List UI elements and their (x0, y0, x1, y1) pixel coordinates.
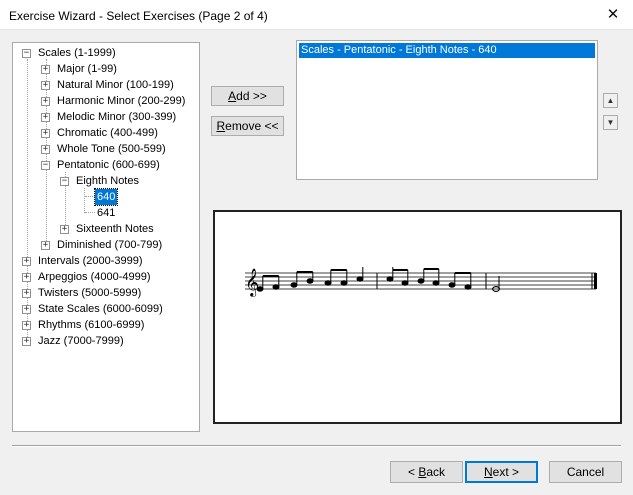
tree-node-label: Pentatonic (600-699) (57, 159, 160, 171)
tree-expander[interactable]: + (22, 305, 31, 314)
tree-line (84, 188, 85, 213)
close-icon[interactable]: ✕ (593, 0, 633, 30)
tree-expander[interactable]: + (41, 65, 50, 74)
tree-expander[interactable]: + (41, 129, 50, 138)
selected-exercise-item[interactable]: Scales - Pentatonic - Eighth Notes - 640 (299, 43, 595, 58)
tree-line (85, 212, 95, 213)
tree-node-label: Harmonic Minor (200-299) (57, 95, 186, 107)
tree-expander[interactable]: − (41, 161, 50, 170)
tree-expander[interactable]: + (22, 337, 31, 346)
tree-expander[interactable]: + (22, 257, 31, 266)
tree-node-label: 640 (93, 188, 119, 206)
add-button-mnemonic: A (228, 89, 237, 103)
tree-expander[interactable]: + (41, 241, 50, 250)
tree-expander[interactable]: + (41, 145, 50, 154)
notation-preview: 𝄞 (213, 210, 622, 424)
move-down-icon[interactable]: ▼ (603, 115, 618, 130)
tree-expander[interactable]: + (60, 225, 69, 234)
next-button[interactable]: Next > (465, 461, 538, 483)
back-button-label: ack (426, 465, 446, 479)
selected-exercises-list[interactable]: Scales - Pentatonic - Eighth Notes - 640 (296, 40, 598, 180)
tree-node-label: Scales (1-1999) (38, 47, 116, 59)
remove-button-mnemonic: R (216, 119, 226, 133)
tree-node-label: Rhythms (6100-6999) (38, 319, 145, 331)
add-button-label: dd >> (236, 89, 267, 103)
tree-line (27, 59, 28, 341)
treble-clef-icon: 𝄞 (245, 268, 259, 297)
tree-node-label: State Scales (6000-6099) (38, 303, 163, 315)
tree-node-label: Whole Tone (500-599) (57, 143, 166, 155)
next-button-label: ext > (492, 465, 520, 479)
tree-node-label: Eighth Notes (76, 175, 139, 187)
add-button[interactable]: Add >> (211, 86, 284, 106)
tree-node-label: Major (1-99) (57, 63, 117, 75)
tree-node-label: Intervals (2000-3999) (38, 255, 143, 267)
exercise-tree[interactable]: − Scales (1-1999) + Major (1-99) + Natur… (12, 42, 200, 432)
tree-node-label: Jazz (7000-7999) (38, 335, 124, 347)
title-bar: Exercise Wizard - Select Exercises (Page… (0, 0, 633, 30)
tree-expander[interactable]: − (22, 49, 31, 58)
tree-node-label: 641 (97, 207, 116, 219)
footer-separator (12, 445, 621, 447)
tree-node-label: Diminished (700-799) (57, 239, 163, 251)
tree-node-label: Natural Minor (100-199) (57, 79, 174, 91)
staff-notation: 𝄞 (245, 267, 597, 297)
tree-expander[interactable]: + (41, 97, 50, 106)
tree-node-label: Arpeggios (4000-4999) (38, 271, 151, 283)
tree-node-label: Chromatic (400-499) (57, 127, 158, 139)
tree-line (85, 196, 95, 197)
tree-expander[interactable]: + (22, 273, 31, 282)
tree-node-label: Melodic Minor (300-399) (57, 111, 177, 123)
tree-expander[interactable]: + (22, 289, 31, 298)
next-button-mnemonic: N (483, 465, 493, 479)
back-button[interactable]: < Back (390, 461, 463, 483)
move-up-icon[interactable]: ▲ (603, 93, 618, 108)
remove-button[interactable]: Remove << (211, 116, 284, 136)
window-title: Exercise Wizard - Select Exercises (Page… (9, 9, 268, 23)
remove-button-label: emove << (225, 119, 279, 133)
tree-expander[interactable]: − (60, 177, 69, 186)
tree-expander[interactable]: + (41, 81, 50, 90)
back-button-prefix: < (407, 465, 419, 479)
tree-expander[interactable]: + (41, 113, 50, 122)
notes (256, 267, 501, 292)
tree-expander[interactable]: + (22, 321, 31, 330)
cancel-button[interactable]: Cancel (549, 461, 622, 483)
tree-node-label: Twisters (5000-5999) (38, 287, 142, 299)
tree-node-label: Sixteenth Notes (76, 223, 154, 235)
